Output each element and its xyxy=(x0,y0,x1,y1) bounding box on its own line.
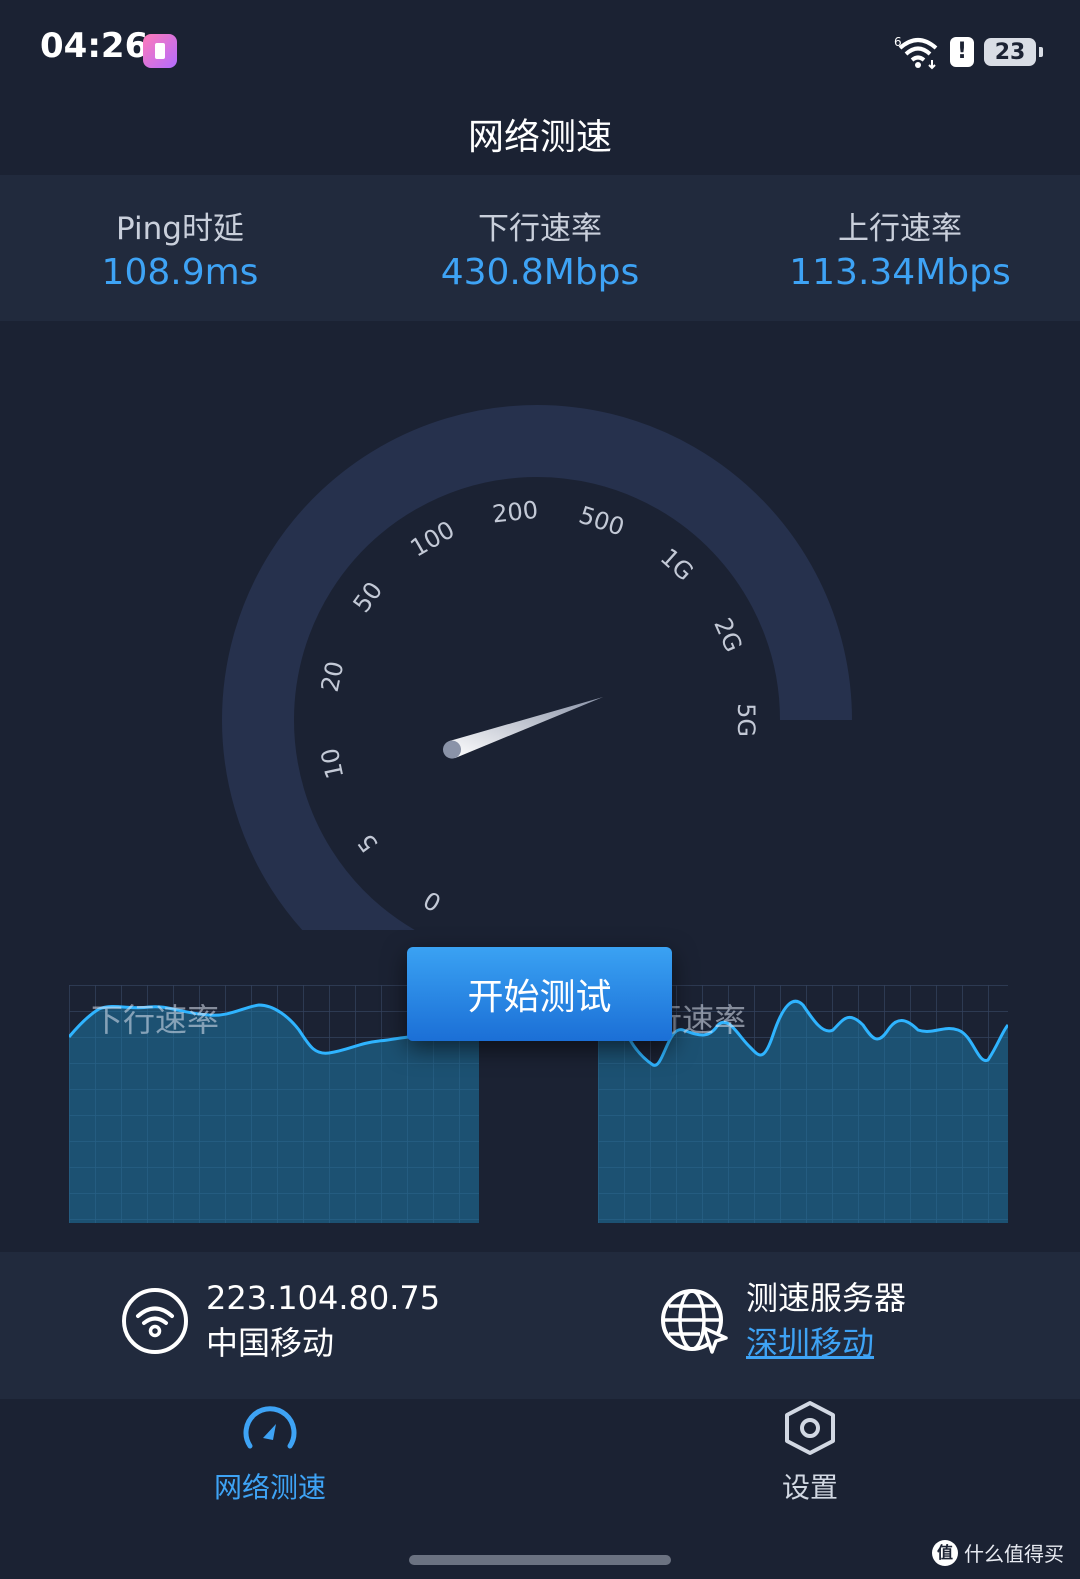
stat-value: 108.9ms xyxy=(101,252,259,293)
nav-settings[interactable]: 设置 xyxy=(710,1400,910,1506)
stat-upload: 上行速率 113.34Mbps xyxy=(720,175,1080,321)
hexagon-settings-icon xyxy=(785,1401,835,1455)
download-chart-label: 下行速率 xyxy=(91,1001,220,1039)
start-test-button[interactable]: 开始测试 xyxy=(407,947,672,1041)
stat-value: 113.34Mbps xyxy=(789,252,1011,293)
status-icons: 6 ! 23 xyxy=(894,32,1043,72)
carrier-name: 中国移动 xyxy=(206,1324,335,1362)
network-info: 223.104.80.75 中国移动 xyxy=(120,1276,440,1366)
battery-level: 23 xyxy=(994,39,1026,65)
server-label: 测速服务器 xyxy=(746,1279,907,1317)
ip-address: 223.104.80.75 xyxy=(206,1279,441,1317)
gauge-tick-label: 20 xyxy=(316,659,350,695)
status-bar: 04:26 6 ! 23 xyxy=(0,0,1080,100)
speedometer-icon xyxy=(243,1406,297,1449)
gauge-tick-label: 0 xyxy=(419,885,446,917)
watermark-logo-icon: 值 xyxy=(932,1539,958,1566)
nav-speedtest[interactable]: 网络测速 xyxy=(170,1400,370,1506)
gauge-tick-label: 5 xyxy=(352,828,384,857)
stat-ping: Ping时延 108.9ms xyxy=(0,175,360,321)
gauge-tick-label: 5G xyxy=(732,703,760,737)
app-notification-icon xyxy=(143,34,177,68)
stat-label: 上行速率 xyxy=(838,211,962,247)
nav-settings-label: 设置 xyxy=(781,1471,838,1504)
stat-label: 下行速率 xyxy=(478,211,602,247)
server-info: 测速服务器 深圳移动 xyxy=(660,1276,906,1366)
alert-icon: ! xyxy=(950,37,974,67)
network-info-text: 223.104.80.75 中国移动 xyxy=(206,1276,440,1366)
gauge-tick-label: 100 xyxy=(406,515,460,562)
stats-panel: Ping时延 108.9ms 下行速率 430.8Mbps 上行速率 113.3… xyxy=(0,175,1080,321)
gauge-tick-label: 500 xyxy=(575,501,627,542)
gauge-tick-label: 2G xyxy=(708,614,747,656)
stat-download: 下行速率 430.8Mbps xyxy=(360,175,720,321)
wifi-icon xyxy=(122,1288,188,1354)
battery-icon: 23 xyxy=(984,38,1043,66)
gauge-tick-label: 200 xyxy=(491,496,539,529)
stat-label: Ping时延 xyxy=(116,211,244,247)
home-indicator[interactable] xyxy=(409,1555,671,1565)
wifi-6-icon: 6 xyxy=(894,35,938,70)
network-info-panel: 223.104.80.75 中国移动 测速服务器 深圳移动 xyxy=(0,1252,1080,1399)
gauge-needle xyxy=(449,696,604,759)
nav-speedtest-label: 网络测速 xyxy=(213,1471,326,1504)
gauge-ticks: 0 5 10 20 50 100 200 500 1G2G 5G xyxy=(316,496,760,917)
gauge-tick-label: 1G xyxy=(655,543,699,586)
gauge-tick-label: 10 xyxy=(316,746,350,782)
watermark: 值 什么值得买 xyxy=(932,1538,1064,1567)
watermark-text: 什么值得买 xyxy=(964,1542,1064,1566)
status-time: 04:26 xyxy=(40,26,149,66)
stat-value: 430.8Mbps xyxy=(440,252,640,293)
globe-cursor-icon xyxy=(661,1289,728,1354)
gauge-needle-tip xyxy=(443,740,462,759)
gauge-tick-label: 50 xyxy=(348,577,389,618)
speed-gauge: 0 5 10 20 50 100 200 500 1G2G 5G xyxy=(222,405,852,930)
server-name-link[interactable]: 深圳移动 xyxy=(746,1321,906,1366)
server-info-text: 测速服务器 深圳移动 xyxy=(746,1276,906,1366)
bottom-nav: 网络测速 设置 xyxy=(0,1400,1080,1530)
page-title: 网络测速 xyxy=(467,117,612,158)
